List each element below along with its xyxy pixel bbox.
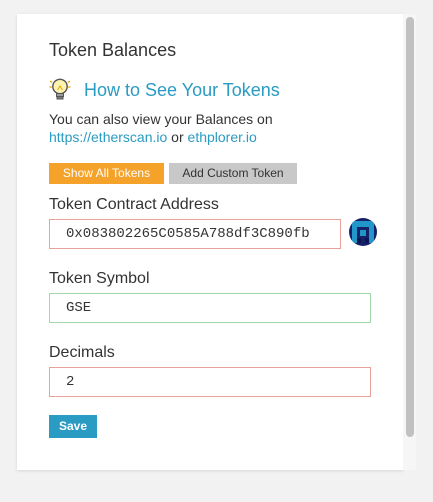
- token-address-input[interactable]: 0x083802265C0585A788df3C890fb: [49, 219, 341, 249]
- scrollbar-thumb[interactable]: [406, 17, 414, 437]
- description-text: You can also view your Balances on https…: [49, 110, 379, 146]
- decimals-input[interactable]: 2: [49, 367, 371, 397]
- decimals-label: Decimals: [49, 344, 115, 361]
- description-separator: or: [167, 129, 188, 145]
- lightbulb-icon: [49, 77, 71, 103]
- token-address-label: Token Contract Address: [49, 196, 219, 213]
- panel-title: Token Balances: [49, 40, 177, 60]
- etherscan-link[interactable]: https://etherscan.io: [49, 129, 167, 145]
- howto-link[interactable]: How to See Your Tokens: [84, 80, 280, 101]
- ethplorer-link[interactable]: ethplorer.io: [188, 129, 257, 145]
- identicon-avatar: [349, 218, 377, 246]
- save-button[interactable]: Save: [49, 415, 97, 438]
- description-prefix: You can also view your Balances on: [49, 111, 273, 127]
- show-all-tokens-button[interactable]: Show All Tokens: [49, 163, 164, 184]
- howto-row[interactable]: How to See Your Tokens: [49, 76, 280, 104]
- add-custom-token-button[interactable]: Add Custom Token: [169, 163, 297, 184]
- token-symbol-label: Token Symbol: [49, 270, 150, 287]
- token-symbol-input[interactable]: GSE: [49, 293, 371, 323]
